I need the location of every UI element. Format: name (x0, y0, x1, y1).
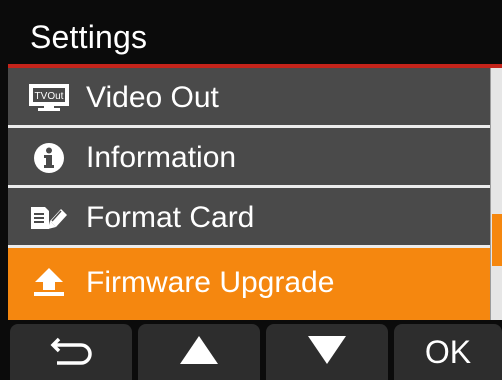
back-arrow-icon (47, 333, 95, 372)
menu-item-information[interactable]: Information (8, 128, 490, 188)
device-screen: Settings TVOut Video Out Information For… (0, 0, 502, 380)
format-card-icon (28, 202, 70, 234)
menu-item-format-card[interactable]: Format Card (8, 188, 490, 248)
back-button[interactable] (10, 324, 132, 380)
tv-out-icon: TVOut (28, 82, 70, 114)
svg-text:TVOut: TVOut (35, 91, 64, 102)
ok-label: OK (424, 334, 472, 370)
info-icon (28, 142, 70, 174)
up-triangle-icon (178, 334, 220, 371)
header: Settings (8, 8, 502, 64)
settings-menu: TVOut Video Out Information Format Card … (8, 68, 490, 320)
up-button[interactable] (138, 324, 260, 380)
menu-item-label: Information (86, 141, 237, 174)
menu-item-firmware-upgrade[interactable]: Firmware Upgrade (8, 248, 490, 320)
down-button[interactable] (266, 324, 388, 380)
menu-item-label: Format Card (86, 201, 255, 234)
scrollbar-thumb[interactable] (492, 214, 502, 266)
ok-button[interactable]: OK (394, 324, 502, 380)
menu-item-label: Video Out (86, 81, 219, 114)
bottom-nav-bar: OK (8, 320, 502, 380)
upload-icon (28, 266, 70, 298)
page-title: Settings (30, 19, 148, 55)
down-triangle-icon (306, 334, 348, 371)
menu-scrollbar[interactable] (490, 68, 502, 320)
menu-item-label: Firmware Upgrade (86, 266, 335, 299)
menu-item-video-out[interactable]: TVOut Video Out (8, 68, 490, 128)
